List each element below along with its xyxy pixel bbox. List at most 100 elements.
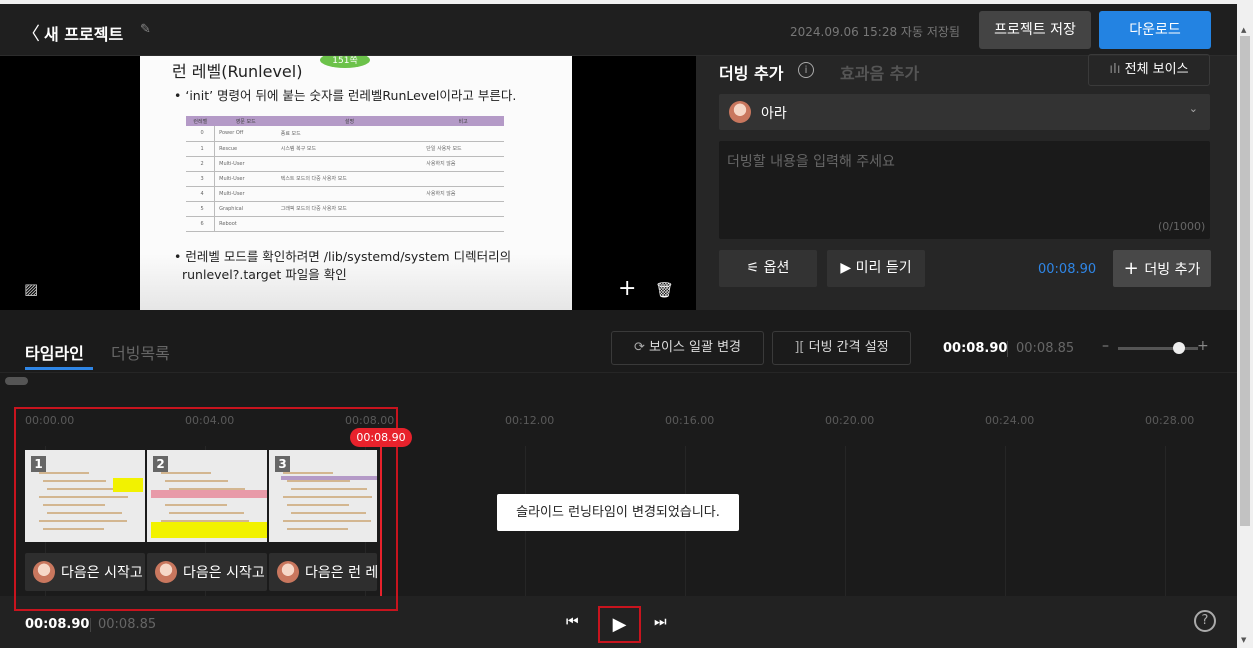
voice-select[interactable]: 아라 ⌄ xyxy=(719,94,1210,130)
highlight-box xyxy=(14,407,398,611)
back-icon[interactable]: 〈 xyxy=(22,20,40,46)
dubbing-panel: 더빙 추가 i 효과음 추가 ıIı 전체 보이스 아라 ⌄ (0/1000) … xyxy=(696,54,1237,310)
time-tick: 00:12.00 xyxy=(505,414,555,427)
save-project-button[interactable]: 프로젝트 저장 xyxy=(979,11,1091,49)
slide-table: 런레벨 영문 모드 설명 비고 0 Power Off 종료 모드 1 Rescue 시스… xyxy=(186,116,504,232)
total-time: 00:08.85 xyxy=(98,617,157,632)
table-row: 0 Power Off 종료 모드 xyxy=(186,126,504,142)
autosave-status: 2024.09.06 15:28 자동 저장됨 xyxy=(790,25,960,39)
play-icon: ▶ xyxy=(840,260,856,276)
table-cell xyxy=(422,126,504,142)
page-scrollbar[interactable]: ▲ ▼ xyxy=(1237,4,1253,648)
sliders-icon: ⚟ xyxy=(746,260,764,276)
current-time: 00:08.90 xyxy=(943,341,1008,356)
options-button[interactable]: ⚟ 옵션 xyxy=(719,250,817,287)
trash-icon[interactable]: 🗑 xyxy=(655,281,674,299)
scroll-up-icon[interactable]: ▲ xyxy=(1241,26,1246,34)
batch-voice-label: 보이스 일괄 변경 xyxy=(649,340,742,355)
table-cell xyxy=(422,216,504,232)
batch-voice-change-button[interactable]: ⟳ 보이스 일괄 변경 xyxy=(611,331,764,365)
divider xyxy=(90,618,91,632)
time-tick: 00:20.00 xyxy=(825,414,875,427)
preview-label: 미리 듣기 xyxy=(855,260,912,276)
time-tick: 00:28.00 xyxy=(1145,414,1195,427)
slide-heading: 런 레벨(Runlevel) xyxy=(172,62,303,81)
scroll-down-icon[interactable]: ▼ xyxy=(1241,636,1246,644)
slide-bullet-line: • 런레벨 모드를 확인하려면 /lib/systemd/system 디렉터리… xyxy=(174,249,512,264)
preview-listen-button[interactable]: ▶ 미리 듣기 xyxy=(827,250,925,287)
table-row: 4 Multi-User 사용하지 않음 xyxy=(186,186,504,202)
table-cell: 그래픽 모드의 다중 사용자 모드 xyxy=(276,201,423,217)
table-cell: Power Off xyxy=(214,126,277,142)
refresh-icon: ⟳ xyxy=(633,340,650,355)
tab-add-dubbing[interactable]: 더빙 추가 xyxy=(719,60,783,84)
table-cell: Multi-User xyxy=(214,186,277,202)
info-icon[interactable]: i xyxy=(798,62,814,78)
zoom-slider[interactable] xyxy=(1118,347,1198,350)
download-button[interactable]: 다운로드 xyxy=(1099,11,1211,49)
table-cell: 텍스트 모드의 다중 사용자 모드 xyxy=(276,171,423,187)
zoom-in-icon[interactable]: + xyxy=(1197,338,1209,354)
toast-message: 슬라이드 런닝타임이 변경되었습니다. xyxy=(497,494,739,531)
table-header: 비고 xyxy=(422,116,504,126)
play-button[interactable]: ▶ xyxy=(598,606,641,643)
grid-line xyxy=(1005,446,1006,596)
total-time: 00:08.85 xyxy=(1016,341,1075,356)
scrollbar-thumb[interactable] xyxy=(1240,36,1250,526)
gap-setting-label: 더빙 간격 설정 xyxy=(808,340,889,355)
time-tick: 00:24.00 xyxy=(985,414,1035,427)
table-cell: Rescue xyxy=(214,141,277,157)
time-tick: 00:16.00 xyxy=(665,414,715,427)
current-time: 00:08.90 xyxy=(25,617,90,632)
grid-line xyxy=(845,446,846,596)
pencil-icon[interactable]: ✎ xyxy=(140,22,151,37)
table-cell: Graphical xyxy=(214,201,277,217)
table-cell xyxy=(276,186,423,202)
timeline-scrollbar[interactable] xyxy=(5,377,28,385)
table-cell: 6 xyxy=(186,216,216,232)
add-dubbing-label: 더빙 추가 xyxy=(1144,262,1201,278)
table-cell xyxy=(422,201,504,217)
table-row: 2 Multi-User 사용하지 않음 xyxy=(186,156,504,172)
dubbing-time: 00:08.90 xyxy=(1038,262,1097,277)
avatar xyxy=(729,101,751,123)
active-tab-indicator xyxy=(25,367,93,370)
table-header: 설명 xyxy=(276,116,423,126)
help-icon[interactable]: ? xyxy=(1194,610,1216,632)
all-voice-label: 전체 보이스 xyxy=(1124,62,1189,77)
playhead[interactable] xyxy=(380,431,382,596)
tab-timeline[interactable]: 타임라인 xyxy=(25,340,84,364)
slide-bullet: • 런레벨 모드를 확인하려면 /lib/systemd/system 디렉터리… xyxy=(174,248,511,284)
add-slide-icon[interactable]: + xyxy=(618,276,636,301)
zoom-slider-thumb[interactable] xyxy=(1173,342,1185,354)
tab-add-sound-effect[interactable]: 효과음 추가 xyxy=(840,60,919,84)
table-cell: 2 xyxy=(186,156,216,172)
table-row: 3 Multi-User 텍스트 모드의 다중 사용자 모드 xyxy=(186,171,504,187)
table-cell xyxy=(276,156,423,172)
table-cell: 종료 모드 xyxy=(276,126,423,142)
all-voice-button[interactable]: ıIı 전체 보이스 xyxy=(1088,54,1210,86)
voice-name: 아라 xyxy=(761,106,787,122)
divider xyxy=(1007,341,1008,357)
play-icon: ▶ xyxy=(612,614,627,635)
table-cell: 사용하지 않음 xyxy=(422,186,504,202)
table-cell: 시스템 복구 모드 xyxy=(276,141,423,157)
slide-bullet: • ‘init’ 명령어 뒤에 붙는 숫자를 런레벨RunLevel이라고 부른… xyxy=(174,88,517,103)
tab-dubbing-list[interactable]: 더빙목록 xyxy=(111,340,170,364)
add-dubbing-button[interactable]: + 더빙 추가 xyxy=(1113,250,1211,287)
project-title[interactable]: 새 프로젝트 xyxy=(44,21,123,45)
table-cell: 3 xyxy=(186,171,216,187)
skip-back-icon[interactable]: ⏮ xyxy=(566,614,579,630)
timeline: 00:00.00 00:04.00 00:08.00 00:12.00 00:16.00… xyxy=(0,373,1237,611)
table-cell: 1 xyxy=(186,141,216,157)
table-cell xyxy=(276,216,423,232)
hide-image-icon[interactable]: ▨ xyxy=(24,280,38,298)
table-cell: 5 xyxy=(186,201,216,217)
waveform-icon: ıIı xyxy=(1109,62,1125,77)
dubbing-text-input[interactable] xyxy=(719,141,1210,239)
zoom-out-icon[interactable]: – xyxy=(1102,338,1109,354)
skip-forward-icon[interactable]: ⏭ xyxy=(654,614,667,630)
playhead-time[interactable]: 00:08.90 xyxy=(350,428,412,447)
table-cell: 4 xyxy=(186,186,216,202)
dubbing-gap-button[interactable]: ][ 더빙 간격 설정 xyxy=(772,331,911,365)
